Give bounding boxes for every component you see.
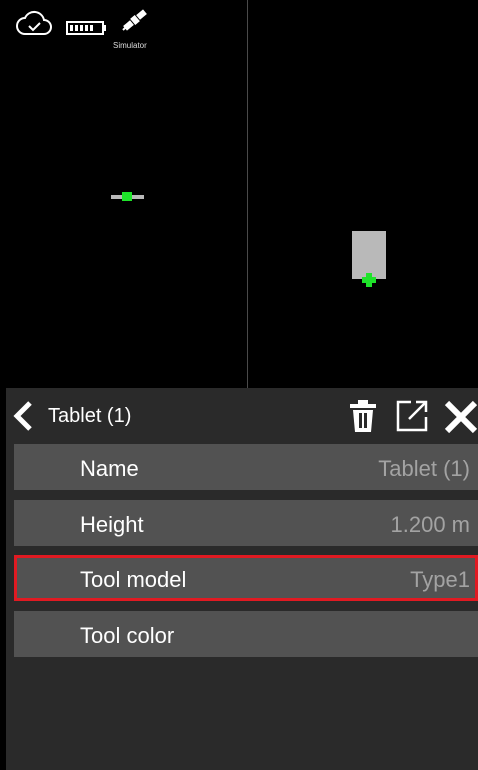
map-viewport[interactable]: Simulator — [0, 0, 478, 388]
property-label: Tool model — [80, 567, 187, 592]
property-label: Name — [80, 456, 139, 481]
tool-marker-side-view[interactable] — [351, 231, 387, 287]
property-value: Type1 — [410, 567, 470, 592]
battery-icon — [66, 21, 106, 35]
property-value: 1.200 m — [390, 512, 471, 537]
property-value: Tablet (1) — [378, 456, 470, 481]
satellite-icon — [122, 9, 147, 31]
panel-header: Tablet (1) — [6, 388, 478, 442]
trash-icon[interactable] — [349, 399, 377, 433]
property-label: Tool color — [80, 623, 175, 648]
property-row-name[interactable]: Name Tablet (1) — [14, 444, 478, 490]
simulator-label: Simulator — [113, 41, 147, 50]
properties-panel: Tablet (1) Name Tablet (1) Height 1.200 … — [6, 388, 478, 770]
tool-marker-top-view[interactable] — [110, 190, 146, 204]
panel-title: Tablet (1) — [48, 405, 132, 427]
property-row-height[interactable]: Height 1.200 m — [14, 500, 478, 546]
property-row-tool-model[interactable]: Tool model Type1 — [14, 555, 478, 601]
open-external-icon[interactable] — [395, 399, 429, 433]
property-label: Height — [80, 512, 144, 537]
close-icon[interactable] — [443, 399, 478, 435]
viewport-divider — [247, 0, 248, 388]
property-row-tool-color[interactable]: Tool color — [14, 611, 478, 657]
chevron-left-icon[interactable] — [10, 400, 36, 432]
cloud-check-icon — [16, 10, 52, 35]
